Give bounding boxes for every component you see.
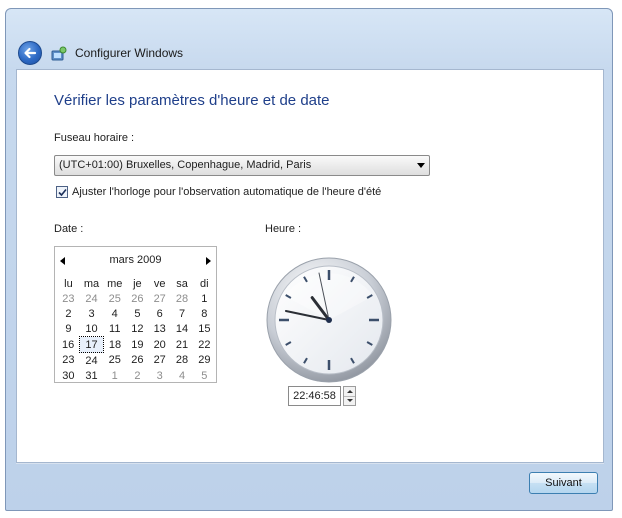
calendar-day[interactable]: 4 xyxy=(103,306,126,321)
calendar-day[interactable]: 29 xyxy=(193,353,215,369)
timezone-dropdown[interactable]: (UTC+01:00) Bruxelles, Copenhague, Madri… xyxy=(54,155,430,176)
back-button[interactable] xyxy=(18,41,42,65)
weekday-header: di xyxy=(200,277,209,290)
calendar-day[interactable]: 13 xyxy=(149,321,171,337)
time-spinner[interactable] xyxy=(343,386,356,406)
spin-down-button[interactable] xyxy=(344,396,355,405)
window-title: Configurer Windows xyxy=(75,46,184,60)
page-title: Vérifier les paramètres d'heure et de da… xyxy=(54,92,330,109)
weekday-header: je xyxy=(133,277,142,290)
checkmark-icon xyxy=(58,188,67,197)
back-arrow-icon xyxy=(24,47,37,59)
time-label: Heure : xyxy=(265,223,302,235)
calendar-day[interactable]: 25 xyxy=(103,353,126,369)
calendar-day[interactable]: 18 xyxy=(103,337,126,353)
calendar-week: 16 17 18 19 20 21 22 xyxy=(57,336,216,353)
calendar-week: 30 31 1 2 3 4 5 xyxy=(57,368,216,383)
calendar-day[interactable]: 30 xyxy=(57,368,80,383)
calendar-day[interactable]: 2 xyxy=(126,368,148,383)
calendar-day[interactable]: 14 xyxy=(171,321,193,337)
calendar-day[interactable]: 21 xyxy=(171,337,193,353)
calendar-month: mars 2009 xyxy=(109,254,162,266)
weekday-header: ma xyxy=(83,277,100,290)
calendar-day[interactable]: 11 xyxy=(103,321,126,337)
calendar-day[interactable]: 22 xyxy=(193,337,215,353)
calendar-day[interactable]: 27 xyxy=(149,353,171,369)
calendar-day[interactable]: 9 xyxy=(57,321,80,337)
dst-checkbox[interactable] xyxy=(56,186,68,198)
calendar-day[interactable]: 24 xyxy=(80,291,103,306)
dst-label[interactable]: Ajuster l'horloge pour l'observation aut… xyxy=(72,186,381,198)
calendar-week: 23 24 25 26 27 28 29 xyxy=(57,353,216,369)
calendar-day[interactable]: 12 xyxy=(126,321,148,337)
chevron-down-icon xyxy=(417,163,425,168)
timezone-label: Fuseau horaire : xyxy=(54,132,135,144)
calendar-day[interactable]: 16 xyxy=(57,337,80,353)
calendar-day[interactable]: 19 xyxy=(126,337,148,353)
time-input[interactable]: 22:46:58 xyxy=(288,386,341,406)
calendar-day[interactable]: 1 xyxy=(193,291,215,306)
calendar-day[interactable]: 10 xyxy=(80,321,103,337)
calendar-day-selected[interactable]: 17 xyxy=(79,336,104,353)
calendar-day[interactable]: 1 xyxy=(103,368,126,383)
calendar-day[interactable]: 2 xyxy=(57,306,80,321)
triangle-right-icon[interactable] xyxy=(206,257,211,265)
title-bar: Configurer Windows xyxy=(6,9,612,69)
calendar-day[interactable]: 5 xyxy=(193,368,215,383)
calendar-day[interactable]: 5 xyxy=(126,306,148,321)
calendar-day[interactable]: 4 xyxy=(171,368,193,383)
weekday-header: me xyxy=(107,277,123,290)
content-panel: Vérifier les paramètres d'heure et de da… xyxy=(16,69,604,463)
weekday-header: sa xyxy=(176,277,188,290)
calendar-day[interactable]: 3 xyxy=(80,306,103,321)
calendar-day[interactable]: 7 xyxy=(171,306,193,321)
calendar-grid: lu ma me je ve sa di 23 24 25 26 27 28 1 2 3 4 5 6 7 8 9 10 11… xyxy=(57,276,216,383)
calendar-day[interactable]: 26 xyxy=(126,291,148,306)
calendar-day[interactable]: 28 xyxy=(171,353,193,369)
calendar-week: 9 10 11 12 13 14 15 xyxy=(57,321,216,337)
calendar-day[interactable]: 26 xyxy=(126,353,148,369)
calendar-day[interactable]: 23 xyxy=(57,291,80,306)
calendar-day[interactable]: 28 xyxy=(171,291,193,306)
calendar-day[interactable]: 25 xyxy=(103,291,126,306)
calendar-day[interactable]: 24 xyxy=(80,353,103,369)
analog-clock xyxy=(266,257,392,383)
calendar-day[interactable]: 23 xyxy=(57,353,80,369)
footer-divider xyxy=(16,463,604,464)
calendar-day[interactable]: 3 xyxy=(149,368,171,383)
calendar-day[interactable]: 20 xyxy=(149,337,171,353)
date-label: Date : xyxy=(54,223,84,235)
calendar-day[interactable]: 27 xyxy=(149,291,171,306)
calendar-day[interactable]: 8 xyxy=(193,306,215,321)
calendar: mars 2009 lu ma me je ve sa di 23 24 25 26 27 28 1 2 3… xyxy=(54,246,217,383)
calendar-day[interactable]: 15 xyxy=(193,321,215,337)
weekday-header: lu xyxy=(64,277,73,290)
timezone-value: (UTC+01:00) Bruxelles, Copenhague, Madri… xyxy=(59,159,312,171)
next-button[interactable]: Suivant xyxy=(529,472,598,494)
setup-window: Configurer Windows Vérifier les paramètr… xyxy=(5,8,613,511)
calendar-day[interactable]: 6 xyxy=(149,306,171,321)
weekday-header: ve xyxy=(153,277,166,290)
calendar-week: 2345678 xyxy=(57,306,216,321)
calendar-week: 23 24 25 26 27 28 1 xyxy=(57,291,216,306)
windows-setup-icon xyxy=(51,46,67,62)
calendar-day[interactable]: 31 xyxy=(80,368,103,383)
